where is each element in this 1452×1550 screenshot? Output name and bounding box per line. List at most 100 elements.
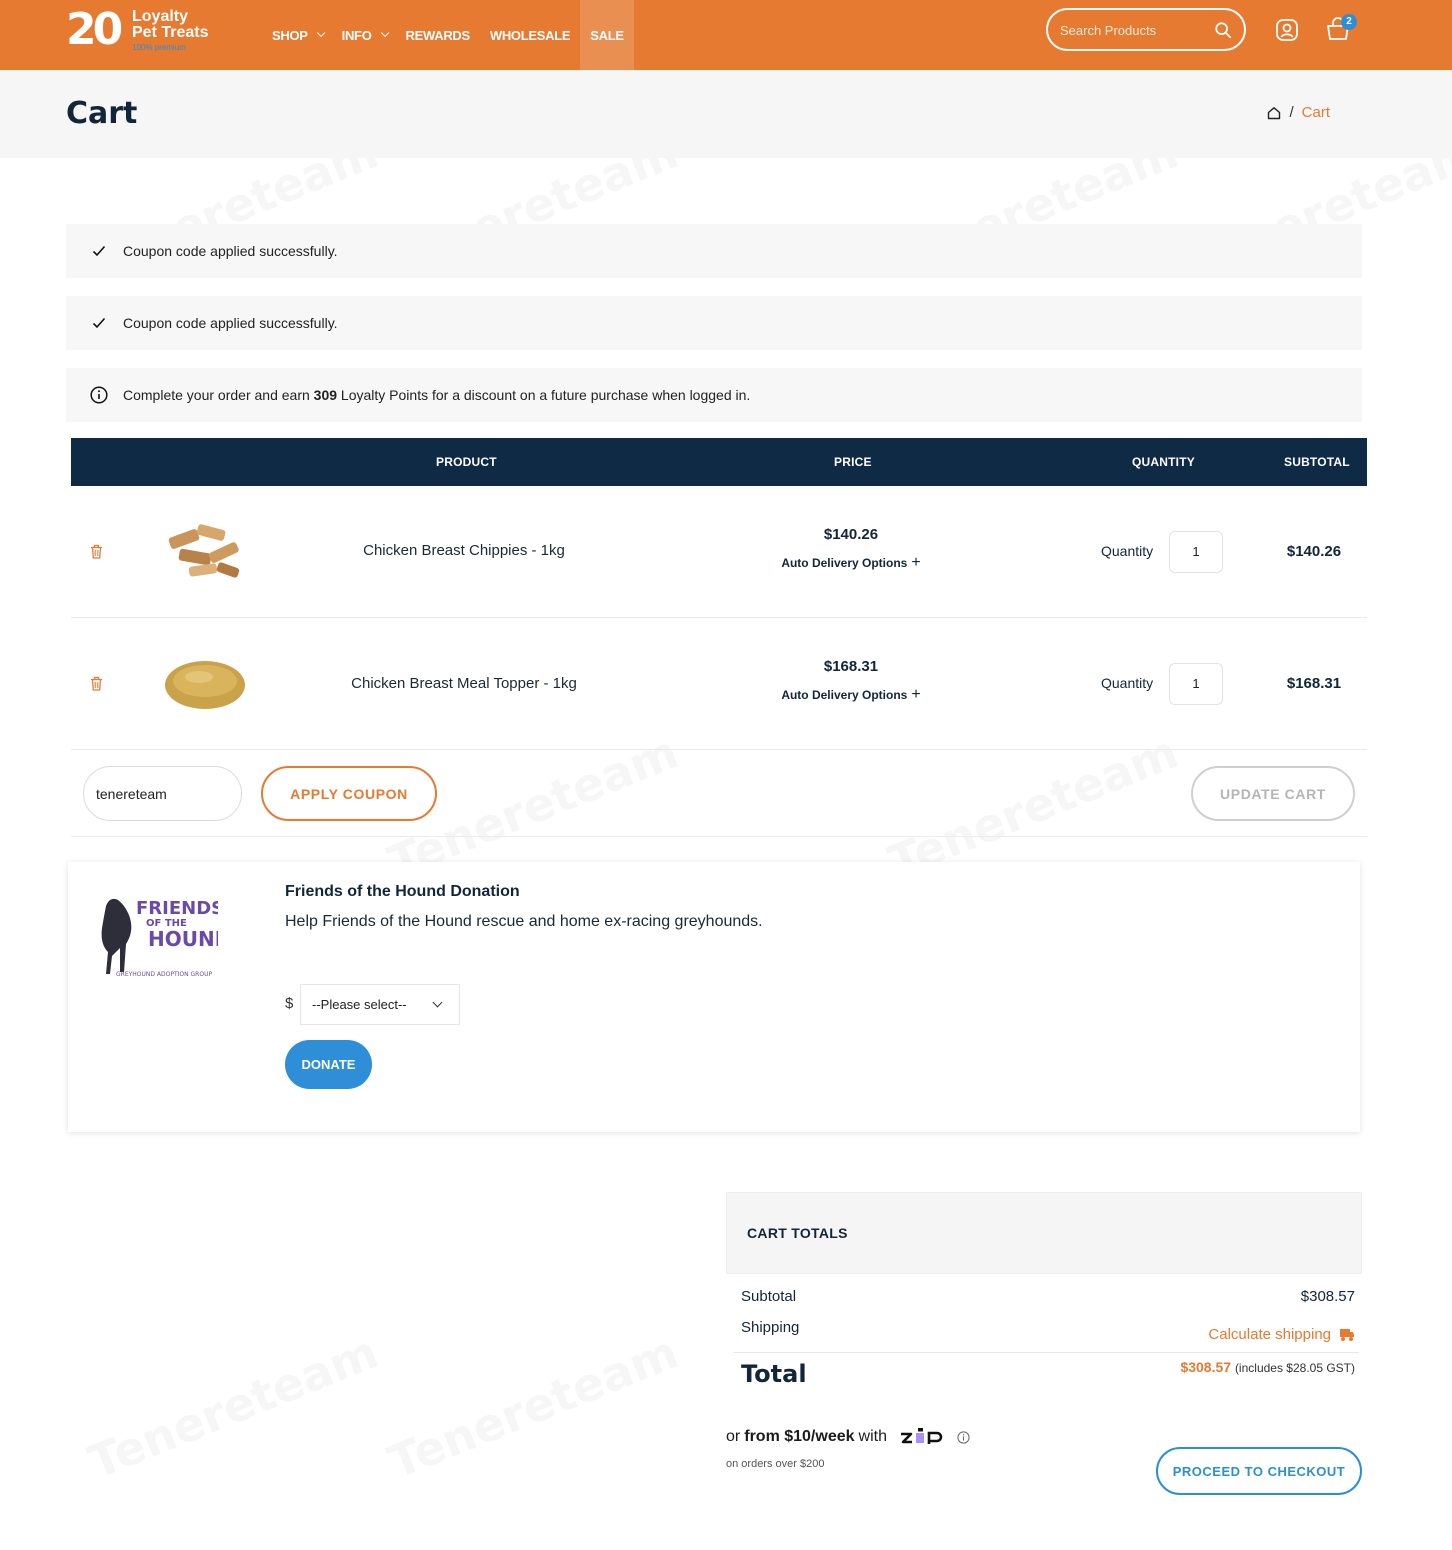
info-icon bbox=[90, 386, 108, 404]
trash-icon[interactable] bbox=[90, 544, 103, 559]
zip-suffix: with bbox=[858, 1428, 887, 1445]
gst-note: (includes $28.05 GST) bbox=[1234, 1361, 1355, 1375]
logo-line-3: 100% premium bbox=[132, 43, 186, 52]
cart-count-badge: 2 bbox=[1341, 14, 1357, 30]
product-image-chippies[interactable] bbox=[159, 513, 251, 591]
search-input[interactable] bbox=[1060, 20, 1210, 40]
quantity-input[interactable]: 1 bbox=[1169, 531, 1223, 573]
trash-icon[interactable] bbox=[90, 676, 103, 691]
zip-payment-offer: or from $10/week with bbox=[726, 1428, 970, 1446]
chevron-down-icon bbox=[432, 997, 443, 1008]
product-name[interactable]: Chicken Breast Chippies - 1kg bbox=[264, 542, 664, 559]
nav-info-label: INFO bbox=[341, 27, 372, 43]
donate-button[interactable]: DONATE bbox=[285, 1040, 372, 1089]
truck-icon bbox=[1340, 1328, 1354, 1341]
zip-logo-icon bbox=[900, 1428, 943, 1444]
notice-text: Complete your order and earn 309 Loyalty… bbox=[123, 387, 750, 403]
auto-delivery-toggle[interactable]: Auto Delivery Options + bbox=[751, 554, 951, 572]
auto-delivery-label: Auto Delivery Options bbox=[781, 556, 908, 570]
quantity-label: Quantity bbox=[1101, 675, 1154, 691]
auto-delivery-label: Auto Delivery Options bbox=[781, 688, 908, 702]
plus-icon: + bbox=[911, 686, 921, 703]
page-title-band: Cart / Cart bbox=[0, 70, 1452, 158]
logo-number: 20 bbox=[66, 4, 123, 55]
home-icon[interactable] bbox=[1267, 106, 1281, 120]
product-price: $140.26 bbox=[823, 526, 879, 543]
cart-table-header: PRODUCT PRICE QUANTITY SUBTOTAL bbox=[71, 438, 1367, 486]
table-row: Chicken Breast Meal Topper - 1kg $168.31… bbox=[71, 618, 1367, 750]
quantity-label: Quantity bbox=[1101, 543, 1154, 559]
site-logo[interactable]: 20 Loyalty Pet Treats 100% premium bbox=[66, 6, 226, 62]
nav-sale-label: SALE bbox=[590, 27, 624, 43]
nav-info[interactable]: INFO bbox=[332, 0, 396, 70]
logo-hound: HOUND bbox=[148, 927, 218, 951]
total-label: Total bbox=[741, 1360, 807, 1388]
chevron-down-icon bbox=[380, 28, 389, 38]
coupon-row: APPLY COUPON UPDATE CART bbox=[71, 750, 1367, 837]
apply-coupon-button[interactable]: APPLY COUPON bbox=[261, 766, 437, 821]
user-icon[interactable] bbox=[1275, 18, 1299, 42]
page-title: Cart bbox=[66, 96, 138, 131]
notice-text-after: Loyalty Points for a discount on a futur… bbox=[337, 387, 751, 403]
zip-note: on orders over $200 bbox=[726, 1458, 825, 1470]
header-product: PRODUCT bbox=[436, 455, 497, 469]
cart-totals-title: CART TOTALS bbox=[747, 1225, 848, 1241]
proceed-to-checkout-button[interactable]: PROCEED TO CHECKOUT bbox=[1156, 1447, 1362, 1495]
breadcrumb-current: Cart bbox=[1301, 104, 1330, 121]
check-icon bbox=[90, 314, 108, 332]
nav-rewards-label: REWARDS bbox=[405, 27, 471, 43]
notice-text-before: Complete your order and earn bbox=[123, 387, 314, 403]
header-price: PRICE bbox=[834, 455, 872, 469]
logo-line-2: Pet Treats bbox=[132, 24, 209, 41]
notice-loyalty-points: Complete your order and earn 309 Loyalty… bbox=[66, 368, 1362, 422]
friends-of-the-hound-logo: FRIENDS OF THE HOUND GREYHOUND ADOPTION … bbox=[101, 898, 218, 978]
donation-currency: $ bbox=[285, 995, 294, 1012]
coupon-code-input[interactable] bbox=[83, 766, 242, 821]
quantity-input[interactable]: 1 bbox=[1169, 663, 1223, 705]
product-name[interactable]: Chicken Breast Meal Topper - 1kg bbox=[264, 675, 664, 692]
main-nav: SHOP INFO REWARDS WHOLESALE SALE bbox=[262, 0, 634, 70]
update-cart-button[interactable]: UPDATE CART bbox=[1191, 766, 1355, 821]
donation-description: Help Friends of the Hound rescue and hom… bbox=[285, 913, 763, 930]
auto-delivery-toggle[interactable]: Auto Delivery Options + bbox=[751, 686, 951, 704]
nav-shop[interactable]: SHOP bbox=[262, 0, 332, 70]
breadcrumb-separator: / bbox=[1289, 104, 1294, 121]
totals-divider bbox=[733, 1352, 1359, 1353]
product-image-meal-topper[interactable] bbox=[159, 645, 251, 723]
nav-rewards[interactable]: REWARDS bbox=[396, 0, 480, 70]
donation-amount-select[interactable]: --Please select-- bbox=[300, 984, 460, 1025]
notice-text: Coupon code applied successfully. bbox=[123, 243, 338, 259]
cart-totals-heading: CART TOTALS bbox=[726, 1192, 1362, 1274]
row-subtotal: $168.31 bbox=[1286, 675, 1342, 692]
table-row: Chicken Breast Chippies - 1kg $140.26 Au… bbox=[71, 486, 1367, 618]
search-icon[interactable] bbox=[1214, 21, 1232, 39]
notice-coupon-applied: Coupon code applied successfully. bbox=[66, 296, 1362, 350]
info-icon[interactable] bbox=[957, 1430, 970, 1444]
shipping-label: Shipping bbox=[741, 1319, 800, 1336]
logo-friends: FRIENDS bbox=[136, 898, 218, 919]
calculate-shipping-link[interactable]: Calculate shipping bbox=[1208, 1326, 1355, 1343]
notice-text: Coupon code applied successfully. bbox=[123, 315, 338, 331]
plus-icon: + bbox=[911, 554, 921, 571]
zip-amount: from $10/week bbox=[744, 1428, 855, 1445]
watermark: Tenereteam bbox=[81, 1325, 385, 1490]
loyalty-points-value: 309 bbox=[313, 387, 338, 403]
donation-select-value: --Please select-- bbox=[312, 997, 407, 1012]
notice-coupon-applied: Coupon code applied successfully. bbox=[66, 224, 1362, 278]
breadcrumb: / Cart bbox=[1267, 104, 1330, 121]
total-amount: $308.57 bbox=[1180, 1359, 1232, 1375]
site-header: 20 Loyalty Pet Treats 100% premium SHOP … bbox=[0, 0, 1452, 70]
row-subtotal: $140.26 bbox=[1286, 543, 1342, 560]
nav-sale[interactable]: SALE bbox=[580, 0, 634, 70]
product-price: $168.31 bbox=[823, 658, 879, 675]
nav-shop-label: SHOP bbox=[272, 27, 308, 43]
calculate-shipping-label: Calculate shipping bbox=[1208, 1326, 1331, 1343]
search-box bbox=[1046, 8, 1246, 51]
watermark: Tenereteam bbox=[381, 1325, 685, 1490]
nav-wholesale[interactable]: WHOLESALE bbox=[480, 0, 580, 70]
donation-title: Friends of the Hound Donation bbox=[285, 883, 520, 900]
header-quantity: QUANTITY bbox=[1132, 455, 1195, 469]
header-subtotal: SUBTOTAL bbox=[1284, 455, 1350, 469]
total-value: $308.57 (includes $28.05 GST) bbox=[1180, 1359, 1355, 1375]
subtotal-label: Subtotal bbox=[741, 1288, 797, 1305]
